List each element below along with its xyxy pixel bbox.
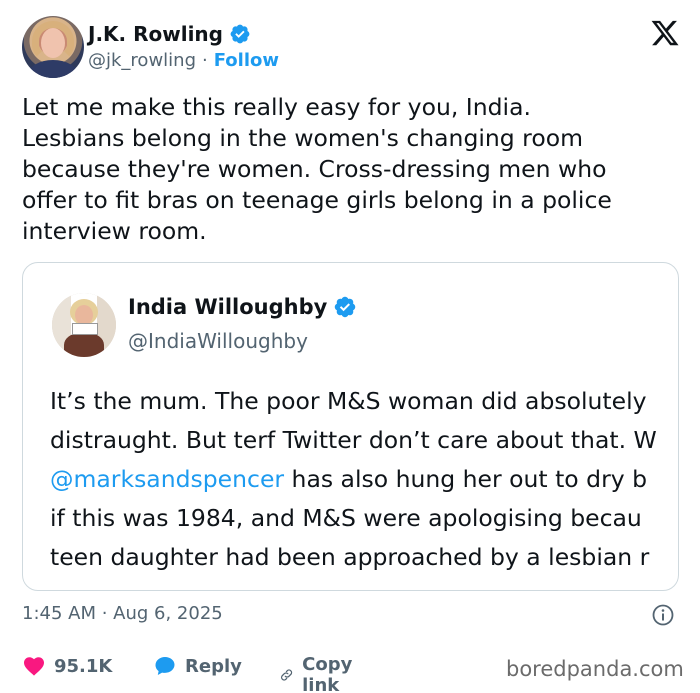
tweet-body: Let me make this really easy for you, In…: [22, 92, 682, 247]
like-button[interactable]: 95.1K: [22, 654, 112, 678]
heart-icon: [24, 657, 44, 676]
quoted-author-avatar[interactable]: [52, 293, 116, 357]
quoted-line: @marksandspencer has also hung her out t…: [50, 460, 678, 499]
author-name-row: J.K. Rowling: [88, 22, 251, 46]
quoted-author-name[interactable]: India Willoughby: [128, 295, 327, 319]
separator-dot: ·: [202, 50, 208, 71]
tweet-line: Let me make this really easy for you, In…: [22, 93, 531, 121]
watermark: boredpanda.com: [506, 657, 684, 681]
author-name[interactable]: J.K. Rowling: [88, 22, 223, 46]
author-handle-row: @jk_rowling · Follow: [88, 50, 279, 71]
author-avatar[interactable]: [22, 16, 84, 78]
quoted-tweet-body: It’s the mum. The poor M&S woman did abs…: [50, 382, 678, 577]
copy-link-button[interactable]: Copy link: [279, 654, 361, 693]
tweet-line: Lesbians belong in the women's changing …: [22, 124, 583, 152]
quoted-line: distraught. But terf Twitter don’t care …: [50, 426, 657, 454]
quoted-tweet-card[interactable]: India Willoughby @IndiaWilloughby It’s t…: [22, 262, 679, 591]
x-logo-icon[interactable]: [650, 18, 680, 48]
verified-badge-icon: [335, 296, 356, 318]
info-icon[interactable]: [651, 603, 675, 627]
copy-link-label: Copy link: [302, 654, 353, 693]
author-handle[interactable]: @jk_rowling: [88, 50, 196, 71]
quoted-line-text: has also hung her out to dry b: [284, 465, 648, 493]
follow-button[interactable]: Follow: [214, 50, 279, 71]
reply-button[interactable]: Reply: [153, 654, 242, 678]
reply-bubble-icon: [155, 657, 175, 675]
quoted-author-handle[interactable]: @IndiaWilloughby: [128, 329, 308, 353]
quoted-name-row: India Willoughby: [128, 295, 357, 319]
quoted-line: It’s the mum. The poor M&S woman did abs…: [50, 387, 647, 415]
reply-label: Reply: [185, 655, 242, 677]
link-icon: [280, 669, 293, 681]
quoted-line: teen daughter had been approached by a l…: [50, 543, 650, 571]
tweet-line: interview room.: [22, 217, 207, 245]
tweet-timestamp[interactable]: 1:45 AM · Aug 6, 2025: [22, 603, 223, 624]
mention-link[interactable]: @marksandspencer: [50, 465, 284, 493]
tweet-header: J.K. Rowling @jk_rowling · Follow: [22, 16, 682, 78]
tweet-line: offer to fit bras on teenage girls belon…: [22, 186, 612, 214]
tweet-line: because they're women. Cross-dressing me…: [22, 155, 607, 183]
quoted-line: if this was 1984, and M&S were apologisi…: [50, 504, 642, 532]
like-count: 95.1K: [54, 655, 113, 677]
verified-badge-icon: [230, 24, 250, 44]
